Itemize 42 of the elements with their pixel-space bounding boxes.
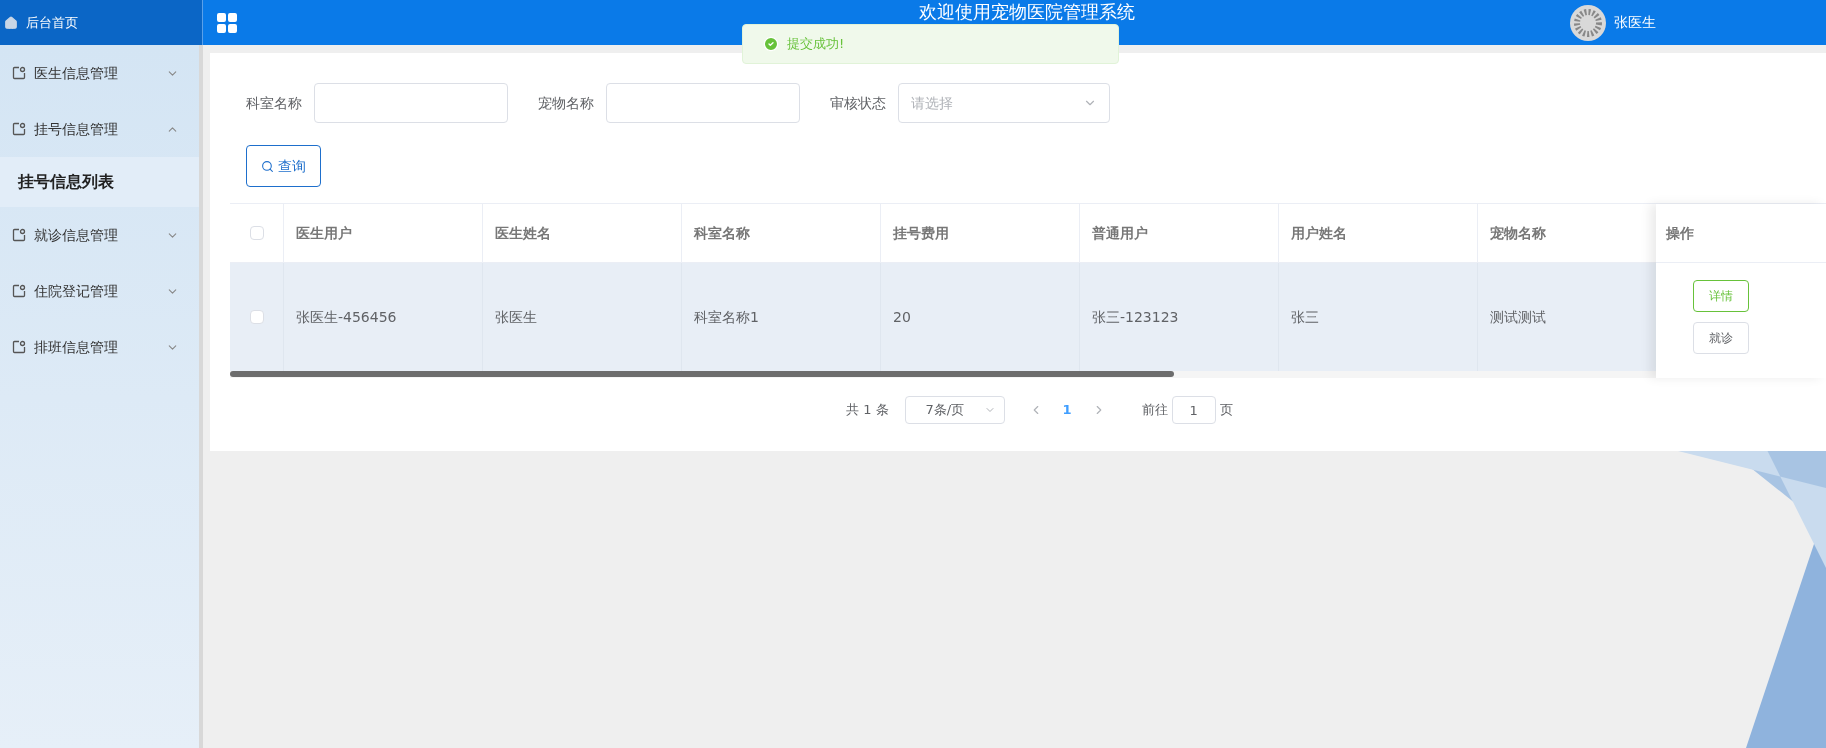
sidebar-menu-item[interactable]: 住院登记管理: [0, 263, 199, 319]
filter-label: 宠物名称: [538, 93, 594, 113]
column-header: 医生用户: [284, 204, 483, 262]
goto-label: 前往: [1141, 401, 1168, 420]
total-count: 共 1 条: [846, 401, 889, 420]
menu-icon[interactable]: [215, 10, 239, 35]
column-header: 普通用户: [1080, 204, 1279, 262]
select-all-checkbox[interactable]: [249, 226, 264, 240]
sidebar-menu-item[interactable]: 排班信息管理: [0, 319, 199, 375]
column-header: 操作: [1656, 204, 1826, 263]
toast-message: 提交成功!: [787, 35, 845, 54]
document-icon: [12, 340, 26, 354]
home-link[interactable]: 后台首页: [0, 0, 203, 45]
row-checkbox[interactable]: [249, 310, 264, 324]
filter-label: 审核状态: [830, 93, 886, 113]
action-button[interactable]: 就诊: [1693, 322, 1749, 354]
filter-input[interactable]: [314, 83, 508, 123]
search-button[interactable]: 查询: [246, 145, 321, 187]
scrollbar-thumb[interactable]: [230, 371, 1174, 377]
page-suffix: 页: [1219, 401, 1233, 420]
column-header: 挂号费用: [881, 204, 1080, 262]
filter-input[interactable]: [606, 83, 800, 123]
filter-label: 科室名称: [246, 93, 302, 113]
search-icon: [261, 159, 274, 173]
sidebar-menu-item[interactable]: 就诊信息管理: [0, 207, 199, 263]
success-icon: [763, 36, 779, 52]
document-icon: [12, 228, 26, 242]
column-header: 用户姓名: [1279, 204, 1478, 262]
goto-page-input[interactable]: 1: [1171, 396, 1216, 424]
sidebar-submenu-item[interactable]: 挂号信息列表: [0, 157, 199, 207]
header-title: 欢迎使用宠物医院管理系统: [919, 1, 1135, 23]
column-header: 科室名称: [682, 204, 881, 262]
document-icon: [12, 122, 26, 136]
page-size-select[interactable]: 7条/页: [904, 396, 1005, 424]
home-icon: [4, 15, 18, 30]
sidebar-menu-item[interactable]: 挂号信息管理: [0, 101, 199, 157]
avatar[interactable]: [1570, 4, 1606, 41]
document-icon: [12, 284, 26, 298]
user-name[interactable]: 张医生: [1614, 12, 1656, 33]
column-header: 医生姓名: [483, 204, 682, 262]
sidebar-menu-item[interactable]: 医生信息管理: [0, 45, 199, 101]
document-icon: [12, 66, 26, 80]
